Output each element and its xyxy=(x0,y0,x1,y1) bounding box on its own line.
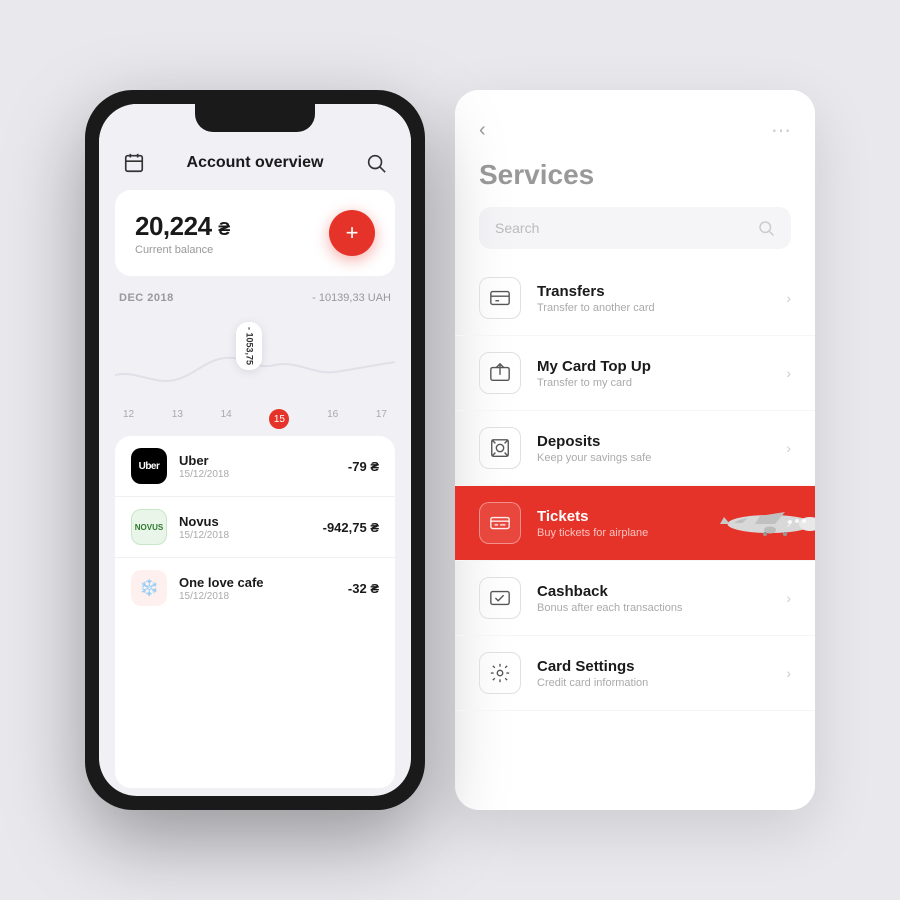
chart-date-15-active[interactable]: 15 xyxy=(269,409,289,429)
transfers-icon-box xyxy=(479,277,521,319)
transaction-item-onelove[interactable]: ❄️ One love cafe 15/12/2018 -32 ₴ xyxy=(115,558,395,618)
service-item-deposits[interactable]: Deposits Keep your savings safe › xyxy=(455,411,815,486)
service-name-transfers: Transfers xyxy=(537,283,770,300)
card-settings-icon-box xyxy=(479,652,521,694)
transaction-info-uber: Uber 15/12/2018 xyxy=(179,453,336,480)
services-panel: ‹ ⋯ Services Search xyxy=(455,90,815,810)
chart-dates: 12 13 14 15 16 17 xyxy=(115,409,395,429)
service-item-card-settings[interactable]: Card Settings Credit card information › xyxy=(455,636,815,711)
service-item-topup[interactable]: My Card Top Up Transfer to my card › xyxy=(455,336,815,411)
balance-amount: 20,224 ₴ xyxy=(135,211,230,242)
chevron-card-settings: › xyxy=(786,665,791,681)
service-name-cashback: Cashback xyxy=(537,583,770,600)
tickets-icon xyxy=(489,512,511,534)
service-item-transfers[interactable]: Transfers Transfer to another card › xyxy=(455,261,815,336)
cashback-icon-box xyxy=(479,577,521,619)
chart-tooltip: - 1053,75 xyxy=(236,322,262,370)
service-desc-deposits: Keep your savings safe xyxy=(537,452,770,464)
transaction-info-novus: Novus 15/12/2018 xyxy=(179,514,311,541)
phone-device: Account overview 20,224 ₴ Current balanc… xyxy=(85,90,425,810)
service-info-card-settings: Card Settings Credit card information xyxy=(537,658,770,689)
search-icon-services xyxy=(757,219,775,237)
chart-date-12: 12 xyxy=(123,409,134,429)
airplane-illustration xyxy=(715,496,815,551)
calendar-icon xyxy=(123,152,145,174)
transaction-item-uber[interactable]: Uber Uber 15/12/2018 -79 ₴ xyxy=(115,436,395,497)
chevron-topup: › xyxy=(786,365,791,381)
services-title: Services xyxy=(455,159,815,207)
period-amount: - 10139,33 UAH xyxy=(312,292,391,304)
balance-label: Current balance xyxy=(135,244,230,256)
services-search[interactable]: Search xyxy=(479,207,791,249)
transaction-info-onelove: One love cafe 15/12/2018 xyxy=(179,575,336,602)
service-desc-transfers: Transfer to another card xyxy=(537,302,770,314)
deposits-icon xyxy=(489,437,511,459)
transaction-item-novus[interactable]: NOVUS Novus 15/12/2018 -942,75 ₴ xyxy=(115,497,395,558)
topup-icon xyxy=(489,362,511,384)
services-list: Transfers Transfer to another card › My … xyxy=(455,261,815,810)
card-settings-icon xyxy=(489,662,511,684)
transaction-name-uber: Uber xyxy=(179,453,336,468)
service-info-cashback: Cashback Bonus after each transactions xyxy=(537,583,770,614)
chevron-cashback: › xyxy=(786,590,791,606)
more-button[interactable]: ⋯ xyxy=(771,118,791,143)
transaction-amount-uber: -79 ₴ xyxy=(348,459,379,474)
transaction-date-uber: 15/12/2018 xyxy=(179,469,336,480)
service-name-deposits: Deposits xyxy=(537,433,770,450)
service-desc-cashback: Bonus after each transactions xyxy=(537,602,770,614)
phone-content: 20,224 ₴ Current balance + DEC 2018 - 10… xyxy=(99,190,411,796)
add-balance-button[interactable]: + xyxy=(329,210,375,256)
novus-logo: NOVUS xyxy=(131,509,167,545)
transaction-amount-onelove: -32 ₴ xyxy=(348,581,379,596)
search-placeholder: Search xyxy=(495,220,749,236)
chevron-deposits: › xyxy=(786,440,791,456)
chart-area: - 1053,75 12 13 14 15 16 17 xyxy=(115,320,395,420)
chart-date-13: 13 xyxy=(172,409,183,429)
service-desc-topup: Transfer to my card xyxy=(537,377,770,389)
chart-date-14: 14 xyxy=(221,409,232,429)
onelove-logo: ❄️ xyxy=(131,570,167,606)
transaction-name-novus: Novus xyxy=(179,514,311,529)
phone-screen: Account overview 20,224 ₴ Current balanc… xyxy=(99,104,411,796)
service-info-transfers: Transfers Transfer to another card xyxy=(537,283,770,314)
transfers-icon xyxy=(489,287,511,309)
transaction-date-onelove: 15/12/2018 xyxy=(179,591,336,602)
chevron-transfers: › xyxy=(786,290,791,306)
back-button[interactable]: ‹ xyxy=(479,119,486,142)
transaction-date-novus: 15/12/2018 xyxy=(179,530,311,541)
period-label: DEC 2018 xyxy=(119,292,174,304)
transaction-name-onelove: One love cafe xyxy=(179,575,336,590)
search-icon[interactable] xyxy=(365,152,387,174)
service-name-topup: My Card Top Up xyxy=(537,358,770,375)
service-desc-card-settings: Credit card information xyxy=(537,677,770,689)
service-name-card-settings: Card Settings xyxy=(537,658,770,675)
balance-card: 20,224 ₴ Current balance + xyxy=(115,190,395,276)
services-header: ‹ ⋯ xyxy=(455,90,815,159)
service-item-cashback[interactable]: Cashback Bonus after each transactions › xyxy=(455,561,815,636)
service-info-topup: My Card Top Up Transfer to my card xyxy=(537,358,770,389)
phone-notch xyxy=(195,104,315,132)
service-info-deposits: Deposits Keep your savings safe xyxy=(537,433,770,464)
transaction-list: Uber Uber 15/12/2018 -79 ₴ NOVUS Novus 1… xyxy=(115,436,395,788)
period-header: DEC 2018 - 10139,33 UAH xyxy=(115,292,395,304)
uber-logo: Uber xyxy=(131,448,167,484)
chevron-tickets: › xyxy=(786,515,791,531)
chart-date-17: 17 xyxy=(376,409,387,429)
deposits-icon-box xyxy=(479,427,521,469)
tickets-icon-box xyxy=(479,502,521,544)
transaction-amount-novus: -942,75 ₴ xyxy=(323,520,379,535)
cashback-icon xyxy=(489,587,511,609)
service-item-tickets[interactable]: Tickets Buy tickets for airplane xyxy=(455,486,815,561)
topup-icon-box xyxy=(479,352,521,394)
phone-header-title: Account overview xyxy=(187,154,324,172)
chart-date-16: 16 xyxy=(327,409,338,429)
